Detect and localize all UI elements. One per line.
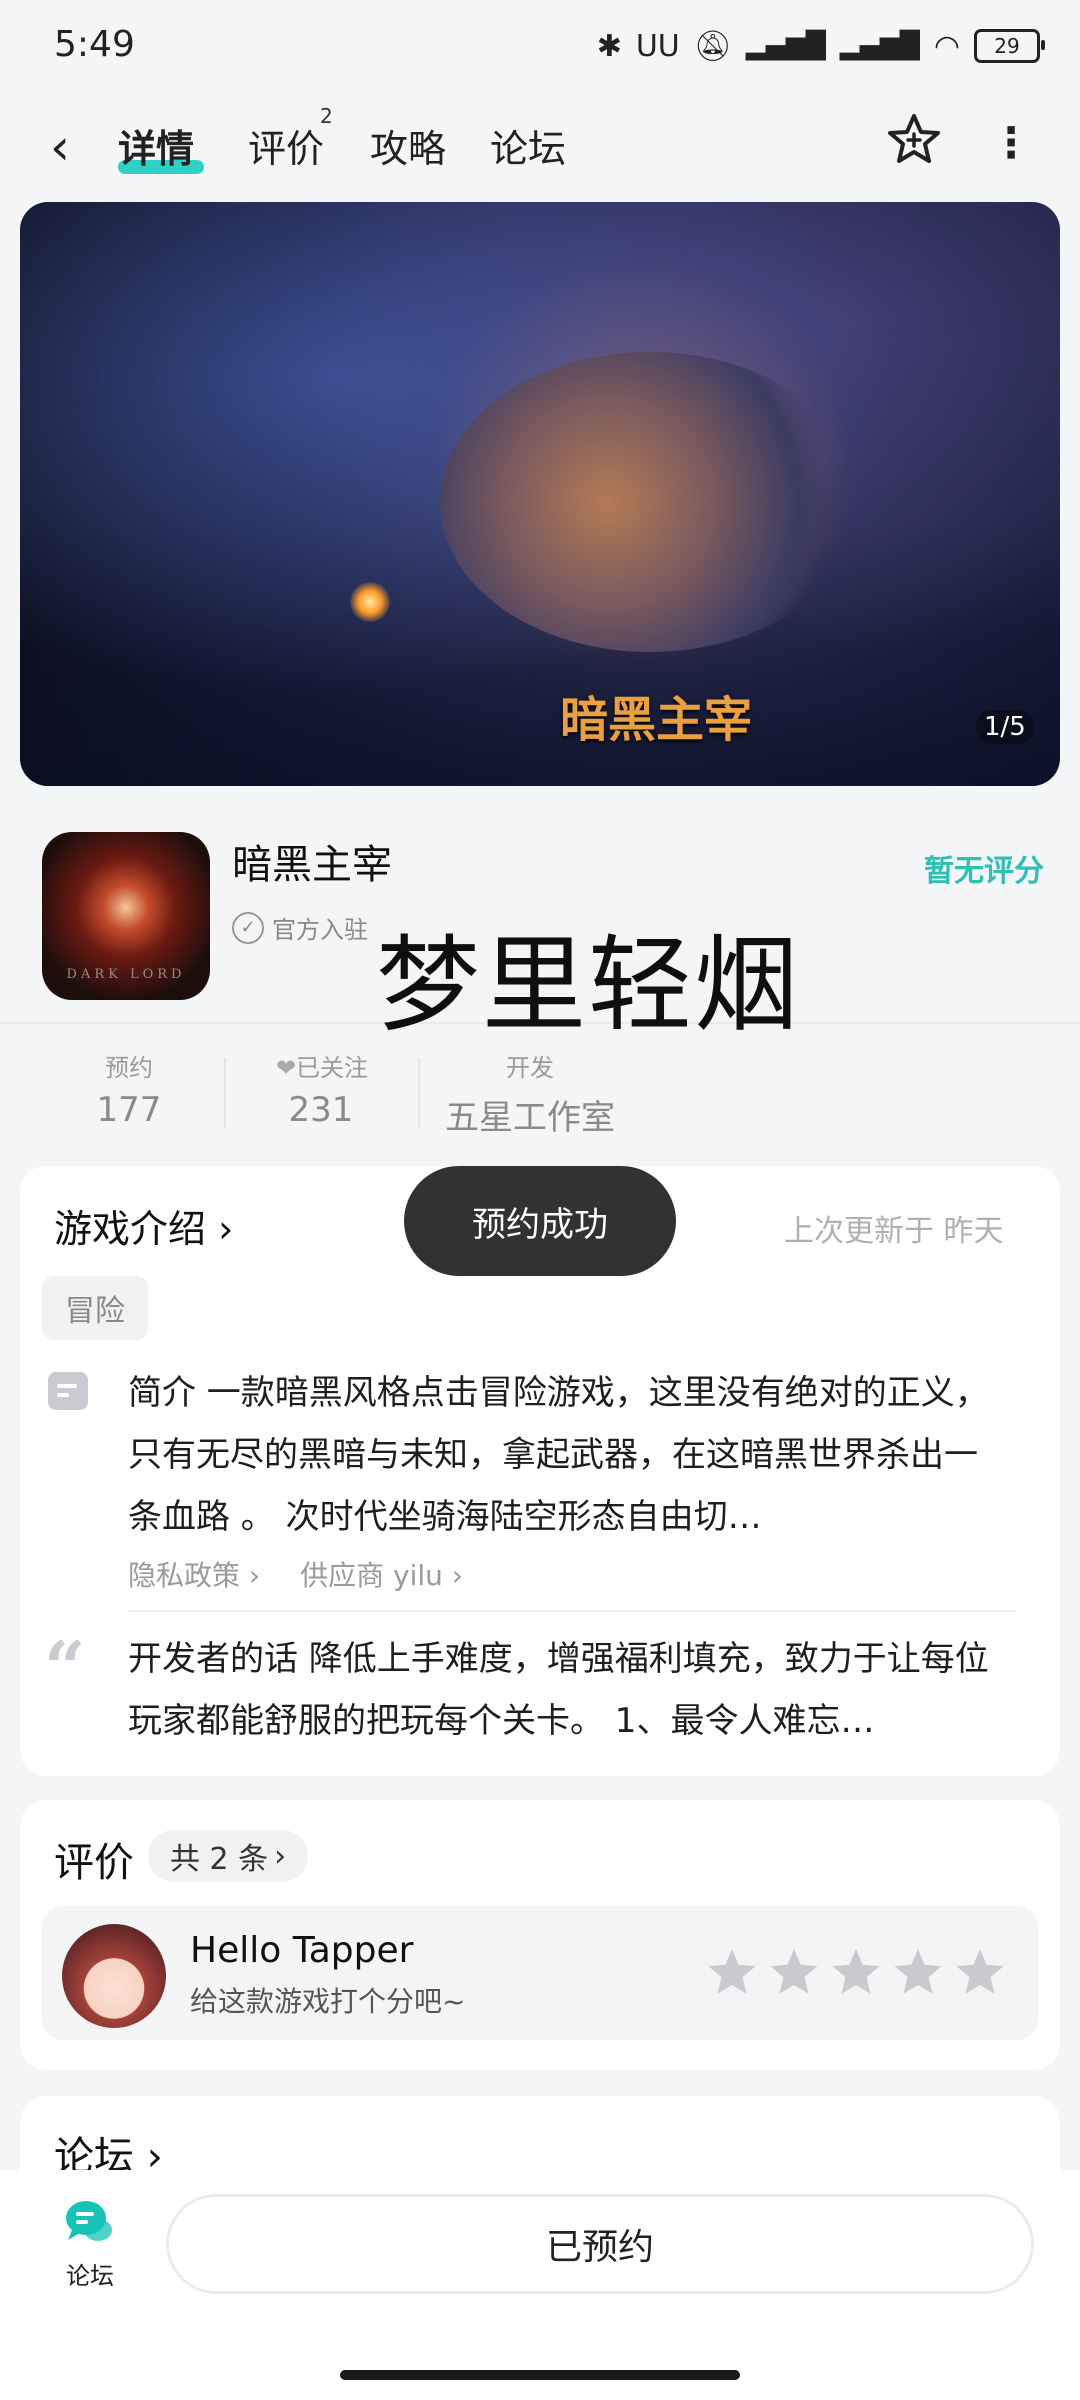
stat-reservations-label: 预约 bbox=[105, 1054, 153, 1082]
update-time: 上次更新于 昨天 bbox=[784, 1214, 1004, 1249]
avatar bbox=[62, 1924, 166, 2028]
status-icons: ✱ ᑌᑌ 🔕︎ ▂▄▆█ ▂▄▆█ ◠ 29 bbox=[596, 26, 1045, 66]
rating-star-2[interactable] bbox=[768, 1946, 820, 1998]
stat-reservations-value: 177 bbox=[96, 1090, 162, 1130]
heart-check-icon: ❤ bbox=[275, 1054, 297, 1082]
privacy-policy-link[interactable]: 隐私政策 › bbox=[128, 1554, 260, 1594]
reserved-button[interactable]: 已预约 bbox=[166, 2194, 1034, 2294]
battery-icon: 29 bbox=[974, 29, 1045, 63]
more-options-icon[interactable]: ⋮ bbox=[990, 118, 1032, 167]
app-icon: DARK LORD bbox=[42, 832, 210, 1000]
privacy-policy-label: 隐私政策 bbox=[128, 1559, 241, 1592]
tab-reviews[interactable]: 评价 2 bbox=[248, 104, 333, 173]
rating-star-3[interactable] bbox=[830, 1946, 882, 1998]
intro-title[interactable]: 游戏介绍 › bbox=[54, 1198, 233, 1253]
rating-star-4[interactable] bbox=[892, 1946, 944, 1998]
app-title: 暗黑主宰 bbox=[232, 842, 392, 888]
tab-details[interactable]: 详情 bbox=[118, 118, 194, 173]
reviews-count-chip[interactable]: 共 2 条 › bbox=[148, 1830, 309, 1882]
carousel-counter: 1/5 bbox=[976, 710, 1034, 744]
divider bbox=[128, 1610, 1016, 1612]
developer-words-text[interactable]: 开发者的话 降低上手难度，增强福利填充，致力于让每位玩家都能舒服的把玩每个关卡。… bbox=[128, 1628, 1008, 1752]
mute-icon: 🔕︎ bbox=[693, 28, 732, 64]
game-logo: 暗黑主宰 bbox=[560, 692, 753, 748]
chevron-right-icon: › bbox=[218, 1207, 234, 1251]
toast-message: 预约成功 bbox=[404, 1166, 676, 1276]
reviews-count-label: 共 2 条 bbox=[170, 1842, 269, 1877]
favorite-star-icon[interactable] bbox=[884, 110, 944, 170]
quote-icon: “ bbox=[44, 1625, 86, 1710]
app-icon-text: DARK LORD bbox=[66, 967, 186, 982]
rating-star-5[interactable] bbox=[954, 1946, 1006, 1998]
rate-hint: 给这款游戏打个分吧~ bbox=[190, 1985, 466, 2018]
official-label: 官方入驻 bbox=[272, 916, 368, 944]
tab-reviews-badge: 2 bbox=[320, 104, 333, 128]
stat-followers-label: ❤已关注 bbox=[262, 1048, 382, 1083]
tab-guides[interactable]: 攻略 bbox=[370, 118, 446, 173]
stat-developer-value[interactable]: 五星工作室 bbox=[440, 1090, 620, 1139]
tab-reviews-label: 评价 bbox=[248, 127, 325, 171]
user-name: Hello Tapper bbox=[190, 1930, 414, 1971]
description-text[interactable]: 简介 一款暗黑风格点击冒险游戏，这里没有绝对的正义，只有无尽的黑暗与未知，拿起武… bbox=[128, 1362, 1008, 1548]
banner-creature bbox=[440, 352, 860, 652]
back-icon[interactable]: ‹ bbox=[50, 118, 70, 176]
earbuds-icon: ᑌᑌ bbox=[635, 28, 680, 64]
divider bbox=[224, 1058, 226, 1128]
divider bbox=[418, 1058, 420, 1128]
tab-forum[interactable]: 论坛 bbox=[490, 118, 566, 173]
supplier-link[interactable]: 供应商 yilu › bbox=[300, 1554, 463, 1594]
overlay-watermark-text: 梦里轻烟 bbox=[376, 924, 801, 1046]
top-nav: ‹ 详情 评价 2 攻略 论坛 ⋮ bbox=[0, 90, 1080, 200]
battery-level: 29 bbox=[994, 34, 1020, 58]
genre-tag[interactable]: 冒险 bbox=[42, 1276, 148, 1340]
stat-followers-text: 已关注 bbox=[296, 1054, 369, 1082]
supplier-label: 供应商 yilu bbox=[300, 1559, 443, 1592]
signal-hd-icon: ▂▄▆█ bbox=[745, 31, 826, 61]
reviews-title[interactable]: 评价 bbox=[54, 1830, 134, 1888]
description-icon bbox=[48, 1372, 88, 1410]
stat-followers-value: 231 bbox=[288, 1090, 354, 1130]
forum-nav-label[interactable]: 论坛 bbox=[66, 2256, 114, 2291]
policy-links: 隐私政策 › 供应商 yilu › bbox=[128, 1554, 463, 1594]
banner-torch bbox=[350, 582, 390, 622]
stat-developer-label: 开发 bbox=[506, 1054, 554, 1082]
status-bar: 5:49 ✱ ᑌᑌ 🔕︎ ▂▄▆█ ▂▄▆█ ◠ 29 bbox=[0, 0, 1080, 90]
rating-status[interactable]: 暂无评分 bbox=[924, 846, 1044, 890]
intro-title-label: 游戏介绍 bbox=[54, 1207, 207, 1251]
home-indicator[interactable] bbox=[340, 2370, 740, 2380]
bluetooth-icon: ✱ bbox=[596, 28, 622, 64]
check-circle-icon: ✓ bbox=[232, 911, 264, 944]
official-badge: ✓ 官方入驻 bbox=[232, 910, 368, 945]
chevron-right-icon: › bbox=[274, 1838, 287, 1874]
screenshot-carousel[interactable]: 暗黑主宰 1/5 bbox=[20, 202, 1060, 786]
signal-hd-icon: ▂▄▆█ bbox=[839, 31, 920, 61]
forum-chat-icon[interactable] bbox=[62, 2196, 116, 2250]
wifi-icon: ◠ bbox=[933, 28, 960, 64]
status-time: 5:49 bbox=[54, 24, 135, 65]
rating-star-1[interactable] bbox=[706, 1946, 758, 1998]
